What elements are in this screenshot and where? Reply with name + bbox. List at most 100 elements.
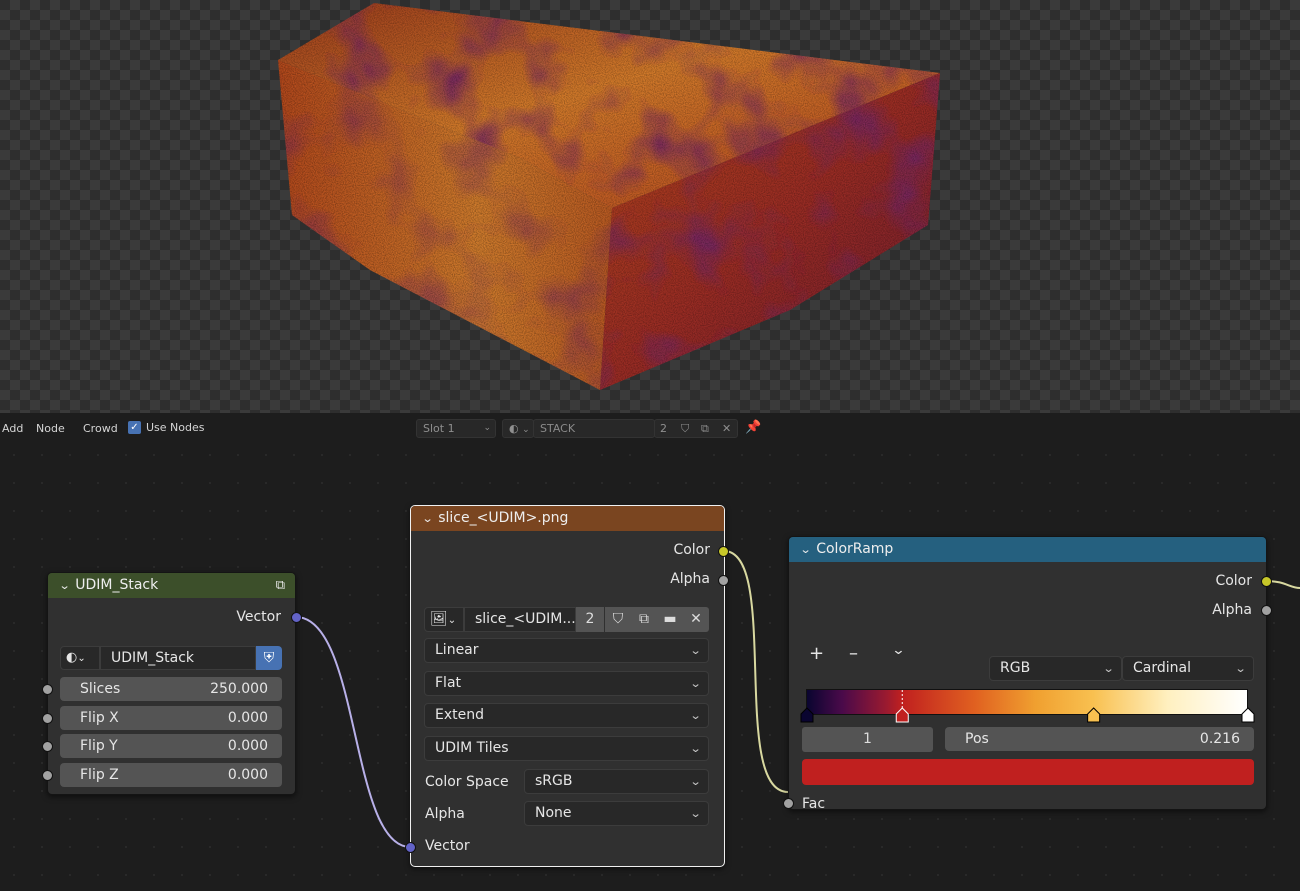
- alpha-mode-label: Alpha: [425, 806, 465, 822]
- field-value: 250.000: [210, 681, 268, 697]
- dropdown-value: sRGB: [535, 773, 573, 789]
- fake-user-shield-icon[interactable]: ⛉: [605, 607, 631, 632]
- chevron-down-icon: ⌄: [1234, 662, 1247, 675]
- alpha-mode-dropdown[interactable]: None ⌄: [524, 801, 709, 826]
- output-label-alpha: Alpha: [1212, 602, 1252, 618]
- node-title: ColorRamp: [816, 541, 894, 557]
- input-socket-flip-y[interactable]: [42, 741, 53, 752]
- output-label-vector: Vector: [236, 609, 281, 625]
- image-name-field[interactable]: slice_<UDIM...: [464, 607, 576, 632]
- 3d-viewport[interactable]: [0, 0, 1300, 413]
- chevron-down-icon: ⌄: [689, 775, 702, 788]
- dropdown-value: Linear: [435, 642, 479, 658]
- interpolation-dropdown[interactable]: Linear ⌄: [424, 638, 709, 663]
- field-label: Flip Y: [80, 738, 118, 754]
- open-folder-icon[interactable]: ▬: [657, 607, 683, 632]
- dropdown-value: Extend: [435, 707, 484, 723]
- flip-x-field[interactable]: Flip X 0.000: [60, 706, 282, 730]
- textured-box-render: [278, 3, 940, 390]
- stop-position-field[interactable]: Pos 0.216: [945, 727, 1254, 751]
- dropdown-value: RGB: [1000, 660, 1031, 676]
- flip-y-field[interactable]: Flip Y 0.000: [60, 734, 282, 758]
- node-image-texture[interactable]: ⌄ slice_<UDIM>.png Color Alpha 🖼⌄ slice_<…: [405, 505, 729, 867]
- field-label: Slices: [80, 681, 121, 697]
- flip-z-field[interactable]: Flip Z 0.000: [60, 763, 282, 787]
- field-label: Pos: [965, 731, 989, 747]
- shader-node-editor[interactable]: Add Node Crowd ✓ Use Nodes Slot 1 ⌄ ◐ ⌄ …: [0, 413, 1300, 891]
- chevron-down-icon[interactable]: ⌄: [59, 573, 71, 598]
- dropdown-value: UDIM Tiles: [435, 740, 509, 756]
- output-socket-color[interactable]: [1261, 576, 1272, 587]
- chevron-down-icon: ⌄: [689, 709, 702, 722]
- source-dropdown[interactable]: UDIM Tiles ⌄: [424, 736, 709, 761]
- chevron-down-icon: ⌄: [77, 653, 86, 664]
- dropdown-value: Flat: [435, 675, 462, 691]
- fake-user-shield-icon[interactable]: ⛨: [256, 646, 282, 670]
- node-header[interactable]: ⌄ ColorRamp: [789, 537, 1266, 562]
- extension-dropdown[interactable]: Extend ⌄: [424, 703, 709, 728]
- group-browse-button[interactable]: ◐⌄: [60, 646, 100, 670]
- chevron-down-icon: ⌄: [689, 807, 702, 820]
- interpolation-dropdown[interactable]: Cardinal ⌄: [1122, 656, 1254, 681]
- color-space-dropdown[interactable]: sRGB ⌄: [524, 769, 709, 794]
- input-socket-slices[interactable]: [42, 684, 53, 695]
- image-users-count[interactable]: 2: [576, 607, 604, 632]
- output-socket-alpha[interactable]: [1261, 605, 1272, 616]
- input-label-fac: Fac: [802, 796, 826, 812]
- input-label-vector: Vector: [425, 838, 470, 854]
- output-socket-color[interactable]: [718, 546, 729, 557]
- chevron-down-icon[interactable]: ⌄: [891, 643, 905, 658]
- field-value: 0.000: [227, 767, 268, 783]
- active-stop-index-field[interactable]: 1: [802, 727, 933, 752]
- field-value: 0.000: [227, 710, 268, 726]
- output-label-color: Color: [1215, 573, 1252, 589]
- ramp-stop-0[interactable]: [800, 707, 814, 723]
- chevron-down-icon: ⌄: [1102, 662, 1115, 675]
- chevron-down-icon: ⌄: [689, 677, 702, 690]
- node-group-icon[interactable]: ⧉: [276, 573, 285, 598]
- chevron-down-icon: ⌄: [689, 742, 702, 755]
- output-label-alpha: Alpha: [670, 571, 710, 587]
- node-tree-icon: ◐: [66, 650, 78, 665]
- color-mode-dropdown[interactable]: RGB ⌄: [989, 656, 1122, 681]
- field-value: 0.216: [1199, 731, 1240, 747]
- link-color-fac: [723, 550, 789, 793]
- node-title: UDIM_Stack: [75, 577, 159, 593]
- add-stop-button[interactable]: +: [809, 643, 824, 664]
- field-label: Flip Z: [80, 767, 119, 783]
- stop-color-swatch[interactable]: [802, 759, 1254, 785]
- node-header[interactable]: ⌄ UDIM_Stack ⧉: [48, 573, 295, 598]
- output-label-color: Color: [673, 542, 710, 558]
- image-browse-button[interactable]: 🖼⌄: [424, 607, 464, 632]
- color-ramp-stops[interactable]: [789, 682, 1268, 723]
- projection-dropdown[interactable]: Flat ⌄: [424, 671, 709, 696]
- dropdown-value: Cardinal: [1133, 660, 1191, 676]
- node-title: slice_<UDIM>.png: [438, 510, 569, 526]
- close-icon[interactable]: ✕: [683, 607, 709, 632]
- chevron-down-icon: ⌄: [447, 615, 457, 626]
- input-socket-fac[interactable]: [783, 798, 794, 809]
- chevron-down-icon[interactable]: ⌄: [800, 537, 812, 562]
- node-colorramp[interactable]: ⌄ ColorRamp Color Alpha + – ⌄ RGB ⌄ Cardin…: [783, 536, 1272, 812]
- ramp-stop-1[interactable]: [895, 690, 909, 723]
- node-udim-stack[interactable]: ⌄ UDIM_Stack ⧉ Vector ◐⌄ UDIM_Stack ⛨ Sli…: [42, 572, 302, 795]
- ramp-stop-2[interactable]: [1087, 707, 1101, 723]
- input-socket-vector[interactable]: [405, 842, 416, 853]
- dropdown-value: None: [535, 805, 572, 821]
- ramp-stop-3[interactable]: [1241, 707, 1255, 723]
- chevron-down-icon[interactable]: ⌄: [422, 506, 434, 531]
- remove-stop-button[interactable]: –: [849, 643, 858, 664]
- input-socket-flip-z[interactable]: [42, 770, 53, 781]
- slices-field[interactable]: Slices 250.000: [60, 677, 282, 701]
- output-socket-vector[interactable]: [291, 612, 302, 623]
- blender-window: Add Node Crowd ✓ Use Nodes Slot 1 ⌄ ◐ ⌄ …: [0, 0, 1300, 891]
- field-label: Flip X: [80, 710, 119, 726]
- color-space-label: Color Space: [425, 774, 509, 790]
- chevron-down-icon: ⌄: [689, 644, 702, 657]
- group-name-field[interactable]: UDIM_Stack: [100, 646, 256, 670]
- output-socket-alpha[interactable]: [718, 575, 729, 586]
- field-value: 0.000: [227, 738, 268, 754]
- duplicate-icon[interactable]: ⧉: [631, 607, 657, 632]
- input-socket-flip-x[interactable]: [42, 713, 53, 724]
- node-header[interactable]: ⌄ slice_<UDIM>.png: [411, 506, 724, 531]
